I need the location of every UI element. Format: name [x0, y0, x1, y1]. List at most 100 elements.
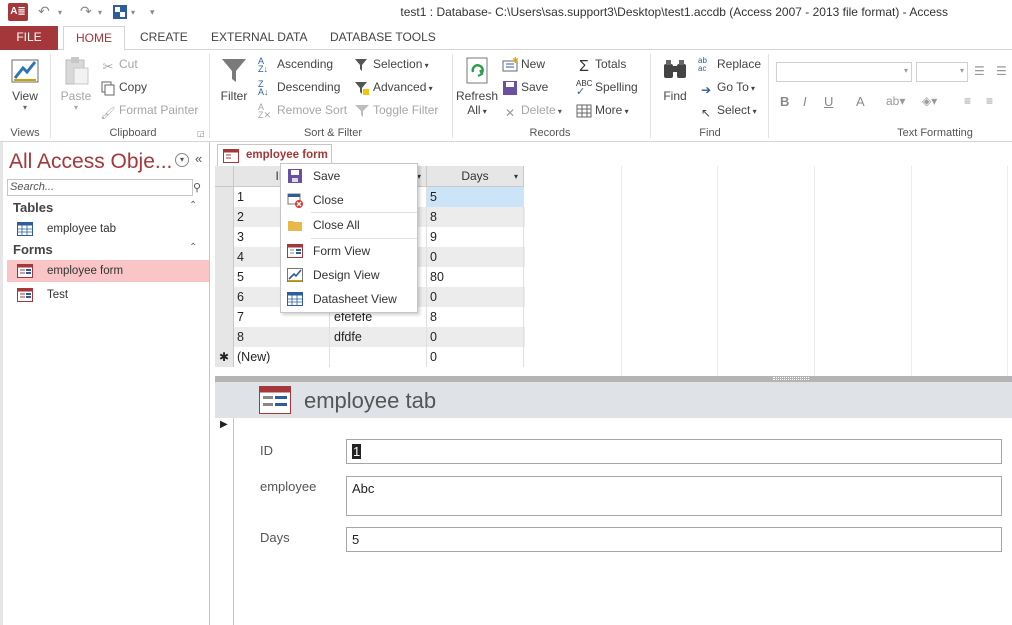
cell-days[interactable]: 0 [427, 327, 524, 347]
toggle-filter-button[interactable]: Toggle Filter [354, 100, 438, 120]
spelling-button[interactable]: ABC ✓ Spelling [576, 77, 638, 97]
form-header-icon [259, 386, 291, 414]
nav-item-employee-form[interactable]: employee form [7, 260, 209, 282]
row-selector[interactable] [215, 227, 234, 247]
format-painter-button[interactable]: 🖌 Format Painter [100, 100, 198, 120]
replace-button[interactable]: ab ac Replace [698, 54, 761, 74]
tab-create[interactable]: CREATE [128, 26, 200, 50]
menu-item-design-view[interactable]: Design View [281, 263, 417, 287]
new-record-row[interactable]: ✱ (New) 0 [215, 347, 525, 367]
menu-item-datasheet-view[interactable]: Datasheet View [281, 287, 417, 311]
shutter-bar-close-icon[interactable]: « [195, 151, 202, 166]
paste-button[interactable]: Paste ▾ [58, 54, 94, 112]
search-icon[interactable]: ⚲ [193, 181, 201, 194]
italic-button[interactable]: I [803, 94, 807, 109]
descending-button[interactable]: Z A↓ Descending [258, 77, 340, 97]
totals-button[interactable]: Σ Totals [576, 54, 626, 75]
column-dropdown-icon[interactable]: ▾ [514, 166, 518, 187]
font-size-dropdown[interactable]: ▾ [916, 62, 968, 82]
row-selector[interactable] [215, 267, 234, 287]
bold-button[interactable]: B [780, 94, 789, 109]
cell-days[interactable]: 9 [427, 227, 524, 247]
new-record-selector[interactable]: ✱ [215, 347, 234, 367]
bullets-icon[interactable]: ☰ [974, 64, 985, 78]
id-field[interactable]: 1 [346, 439, 1002, 464]
employee-field[interactable]: Abc [346, 476, 1002, 516]
nav-item-employee-tab[interactable]: employee tab [7, 218, 209, 240]
refresh-all-button[interactable]: Refresh All ▾ [456, 54, 498, 117]
save-record-button[interactable]: Save [502, 77, 548, 97]
tab-external-data[interactable]: EXTERNAL DATA [199, 26, 319, 50]
copy-button[interactable]: Copy [100, 77, 147, 97]
nav-item-test[interactable]: Test [7, 284, 209, 306]
numbering-icon[interactable]: ☰ [996, 64, 1007, 78]
tab-home[interactable]: HOME [63, 26, 125, 51]
collapse-forms-icon[interactable]: ⌃ [189, 242, 197, 253]
cell-days[interactable]: 8 [427, 207, 524, 227]
collapse-tables-icon[interactable]: ⌃ [189, 200, 197, 211]
highlight-color-icon[interactable]: ab▾ [886, 94, 905, 108]
cut-button[interactable]: ✂ Cut [100, 54, 138, 74]
view-button[interactable]: View ▾ [6, 54, 44, 112]
redo-dropdown-icon[interactable]: ▾ [98, 8, 102, 17]
select-all-corner[interactable] [215, 166, 234, 187]
customize-qat-icon[interactable]: ▾ [150, 7, 155, 18]
row-selector[interactable] [215, 327, 234, 347]
view-switch-icon[interactable] [112, 4, 128, 23]
menu-item-close-all[interactable]: Close All [281, 213, 417, 237]
access-app-icon[interactable]: A≣ [8, 3, 28, 21]
align-left-icon[interactable]: ≡ [964, 94, 971, 108]
undo-dropdown-icon[interactable]: ▾ [58, 8, 62, 17]
ascending-button[interactable]: A Z↓ Ascending [258, 54, 333, 74]
cell-days[interactable]: 8 [427, 307, 524, 327]
row-selector[interactable] [215, 187, 234, 207]
nav-menu-dropdown-icon[interactable]: ▾ [175, 153, 189, 167]
table-row[interactable]: 8 dfdfe 0 [215, 327, 525, 347]
tab-database-tools[interactable]: DATABASE TOOLS [318, 26, 448, 50]
cell-employee[interactable] [330, 347, 427, 367]
find-button[interactable]: Find [658, 54, 692, 103]
row-selector[interactable] [215, 247, 234, 267]
menu-item-save[interactable]: Save [281, 164, 417, 188]
cell-days[interactable]: 0 [427, 347, 524, 367]
remove-sort-label: Remove Sort [277, 103, 348, 117]
menu-item-close[interactable]: Close [281, 188, 417, 212]
new-record-button[interactable]: ✱ New [502, 54, 545, 74]
undo-icon[interactable]: ↶ [38, 3, 50, 20]
nav-search-input[interactable]: Search... [7, 179, 193, 196]
underline-button[interactable]: U [824, 94, 833, 109]
nav-section-tables[interactable]: Tables [13, 200, 53, 215]
align-center-icon[interactable]: ≡ [986, 94, 993, 108]
redo-icon[interactable]: ↷ [80, 3, 92, 20]
advanced-button[interactable]: Advanced ▾ [354, 77, 433, 97]
selection-button[interactable]: Selection ▾ [354, 54, 429, 74]
cell-id[interactable]: 8 [234, 327, 330, 347]
more-button[interactable]: More ▾ [576, 100, 629, 120]
cell-days[interactable]: 0 [427, 247, 524, 267]
font-color-button[interactable]: A [856, 94, 865, 109]
nav-section-forms[interactable]: Forms [13, 242, 53, 257]
fill-color-icon[interactable]: ◈▾ [922, 94, 937, 108]
remove-sort-button[interactable]: A Z✕ Remove Sort [258, 100, 347, 120]
row-selector[interactable] [215, 207, 234, 227]
row-selector[interactable] [215, 287, 234, 307]
cell-days[interactable]: 0 [427, 287, 524, 307]
goto-button[interactable]: ➔ Go To ▾ [698, 77, 755, 97]
clipboard-launcher-icon[interactable]: ◲ [197, 129, 205, 138]
cell-id[interactable]: (New) [234, 347, 330, 367]
cell-days[interactable]: 80 [427, 267, 524, 287]
nav-pane-title[interactable]: All Access Obje... [9, 150, 172, 174]
select-button[interactable]: ↖ Select ▾ [698, 100, 757, 120]
column-header-days[interactable]: Days ▾ [427, 166, 524, 187]
view-dropdown-icon[interactable]: ▾ [131, 8, 135, 17]
row-selector[interactable] [215, 307, 234, 327]
tab-file[interactable]: FILE [0, 26, 58, 50]
font-name-dropdown[interactable]: ▾ [776, 62, 912, 82]
delete-record-button[interactable]: ✕ Delete ▾ [502, 100, 562, 120]
filter-button[interactable]: Filter [216, 54, 252, 103]
days-field[interactable]: 5 [346, 527, 1002, 552]
record-selector[interactable]: ▶ [215, 418, 234, 625]
cell-days[interactable]: 5 [427, 187, 524, 207]
menu-item-form-view[interactable]: Form View [281, 239, 417, 263]
cell-employee[interactable]: dfdfe [330, 327, 427, 347]
